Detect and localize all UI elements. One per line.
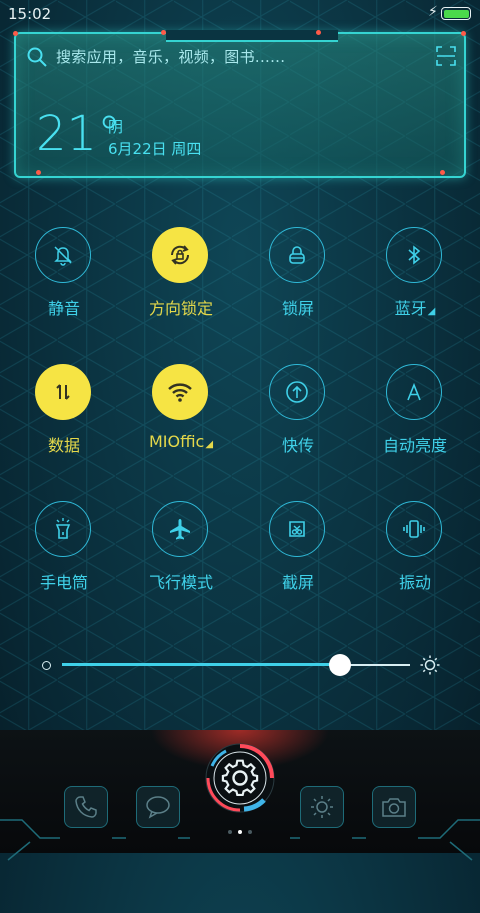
toggle-label: 快传 (281, 436, 314, 455)
page-dot (228, 830, 232, 834)
brightness-slider[interactable] (40, 652, 440, 678)
toggle-label: 自动亮度 (382, 436, 447, 455)
messages-button[interactable] (136, 786, 180, 828)
brightness-button[interactable] (300, 786, 344, 828)
brightness-high-icon (420, 655, 440, 675)
phone-button[interactable] (64, 786, 108, 828)
phone-icon (75, 796, 97, 818)
flashlight-icon (51, 516, 75, 542)
bluetooth-icon (403, 243, 425, 267)
toggle-auto-brightness[interactable]: 自动亮度 (365, 364, 465, 474)
charging-icon: ⚡ (428, 4, 438, 20)
mute-bell-icon (50, 242, 76, 268)
toggle-lock[interactable]: 锁屏 (248, 227, 348, 337)
brightness-icon (311, 796, 333, 818)
camera-button[interactable] (372, 786, 416, 828)
screenshot-icon (285, 517, 309, 541)
expand-menu-icon[interactable]: ◢ (205, 439, 213, 450)
scan-icon[interactable] (436, 46, 456, 66)
toggle-rotation-lock[interactable]: 方向锁定 (131, 227, 231, 337)
toggle-button[interactable] (269, 364, 325, 420)
date-label: 6月22日 周四 (108, 140, 202, 158)
status-bar: 15:02 ⚡ (0, 0, 480, 28)
widget-notch (166, 30, 338, 42)
toggle-button[interactable] (152, 364, 208, 420)
wifi-icon (166, 380, 194, 404)
toggle-airplane[interactable]: 飞行模式 (131, 501, 231, 611)
toggle-flashlight[interactable]: 手电筒 (14, 501, 114, 611)
toggle-quick-transfer[interactable]: 快传 (248, 364, 348, 474)
airplane-icon (167, 516, 193, 542)
page-dot (238, 830, 242, 834)
toggle-button[interactable] (269, 501, 325, 557)
slider-thumb[interactable] (329, 654, 352, 676)
dock (0, 730, 480, 861)
page-indicator (0, 830, 480, 834)
toggle-button[interactable] (35, 501, 91, 557)
toggle-label: 振动 (398, 573, 431, 592)
toggle-wifi[interactable]: MIOffic◢ (131, 364, 231, 474)
mobile-data-icon (51, 380, 75, 404)
lock-icon (285, 243, 309, 267)
toggle-screenshot[interactable]: 截屏 (248, 501, 348, 611)
toggle-button[interactable] (35, 364, 91, 420)
quick-transfer-icon (284, 379, 310, 405)
toggle-label: 数据 (47, 436, 80, 455)
expand-menu-icon[interactable]: ◢ (428, 306, 436, 317)
settings-gear-icon (205, 743, 275, 813)
toggle-bluetooth[interactable]: 蓝牙◢ (365, 227, 465, 337)
toggle-mute-bell[interactable]: 静音 (14, 227, 114, 337)
toggle-label: 手电筒 (39, 573, 88, 592)
toggle-label: 蓝牙◢ (394, 299, 436, 318)
weather-condition: 阴 (108, 118, 124, 136)
search-icon[interactable] (26, 46, 48, 68)
toggle-vibrate[interactable]: 振动 (365, 501, 465, 611)
camera-icon (382, 798, 406, 817)
page-dot (248, 830, 252, 834)
messages-icon (146, 796, 170, 819)
toggle-button[interactable] (386, 364, 442, 420)
vibrate-icon (401, 516, 427, 542)
status-time: 15:02 (8, 5, 52, 23)
toggle-label: MIOffic◢ (148, 432, 214, 451)
toggle-label: 截屏 (281, 573, 314, 592)
toggle-button[interactable] (386, 227, 442, 283)
search-input[interactable]: 搜索应用，音乐，视频，图书...... (56, 46, 285, 67)
battery-icon (441, 7, 471, 20)
auto-brightness-icon (402, 380, 426, 404)
rotation-lock-icon (166, 241, 194, 269)
toggle-mobile-data[interactable]: 数据 (14, 364, 114, 474)
slider-fill (62, 663, 341, 666)
toggle-button[interactable] (35, 227, 91, 283)
toggle-label: 静音 (47, 299, 80, 318)
search-weather-widget: 搜索应用，音乐，视频，图书...... 21° 阴 6月22日 周四 (13, 30, 466, 178)
toggle-label: 飞行模式 (148, 573, 213, 592)
settings-button[interactable] (204, 742, 276, 814)
toggle-label: 方向锁定 (148, 299, 213, 318)
brightness-low-icon (42, 661, 51, 670)
toggle-button[interactable] (152, 501, 208, 557)
toggle-button[interactable] (269, 227, 325, 283)
toggle-button[interactable] (386, 501, 442, 557)
toggle-label: 锁屏 (281, 299, 314, 318)
toggle-button[interactable] (152, 227, 208, 283)
